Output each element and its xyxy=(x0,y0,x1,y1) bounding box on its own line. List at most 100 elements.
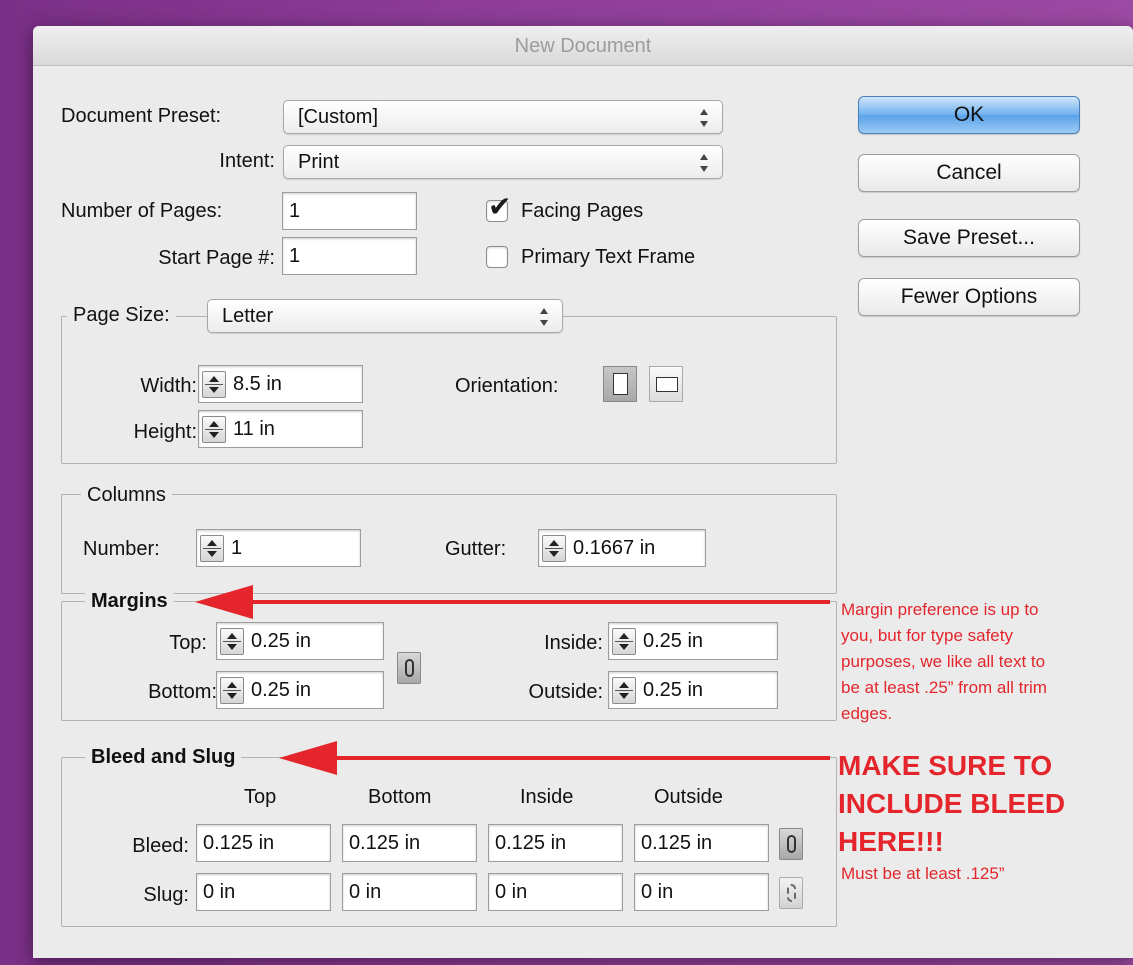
primary-text-frame-checkbox[interactable] xyxy=(486,246,508,268)
stepper-icon[interactable] xyxy=(220,677,244,704)
page-size-select[interactable]: Letter xyxy=(207,299,563,333)
margins-arrow-head xyxy=(195,585,253,619)
margin-inside-value: 0.25 in xyxy=(643,630,704,652)
page-size-value: Letter xyxy=(222,305,274,327)
bleed-note-line-1: MAKE SURE TO xyxy=(838,750,1053,781)
number-of-pages-input[interactable]: 1 xyxy=(282,192,417,230)
margin-note-line-4: be at least .25” from all trim xyxy=(841,678,1047,697)
bleed-header-top: Top xyxy=(244,786,277,808)
slug-label: Slug: xyxy=(143,884,189,906)
stepper-icon[interactable] xyxy=(200,535,224,562)
margins-legend: Margins xyxy=(85,587,174,615)
margin-note-line-2: you, but for type safety xyxy=(841,626,1013,645)
intent-value: Print xyxy=(298,151,340,173)
landscape-page-icon xyxy=(656,377,678,392)
gutter-input[interactable]: 0.1667 in xyxy=(538,529,706,567)
bleed-header-inside: Inside xyxy=(520,786,574,808)
start-page-input[interactable]: 1 xyxy=(282,237,417,275)
margin-bottom-input[interactable]: 0.25 in xyxy=(216,671,384,709)
window-title: New Document xyxy=(33,26,1133,66)
chain-link-icon xyxy=(405,659,414,677)
bleed-arrow-head xyxy=(279,741,337,775)
stepper-icon[interactable] xyxy=(202,416,226,443)
page-size-label: Page Size: xyxy=(67,301,176,329)
fewer-options-button[interactable]: Fewer Options xyxy=(858,278,1080,316)
slug-link-button[interactable] xyxy=(779,877,803,909)
margin-outside-value: 0.25 in xyxy=(643,679,704,701)
margin-outside-label: Outside: xyxy=(528,681,603,703)
landscape-orientation-button[interactable] xyxy=(649,366,683,402)
gutter-value: 0.1667 in xyxy=(573,537,656,559)
margin-outside-input[interactable]: 0.25 in xyxy=(608,671,778,709)
document-preset-select[interactable]: [Custom] xyxy=(283,100,723,134)
bleed-label: Bleed: xyxy=(132,835,189,857)
portrait-page-icon xyxy=(613,373,628,395)
broken-chain-link-icon xyxy=(787,884,796,902)
slug-top-input[interactable]: 0 in xyxy=(196,873,331,911)
margin-top-input[interactable]: 0.25 in xyxy=(216,622,384,660)
bleed-header-bottom: Bottom xyxy=(368,786,432,808)
margin-note-line-5: edges. xyxy=(841,704,893,723)
margin-bottom-label: Bottom: xyxy=(148,681,217,703)
new-document-dialog: New Document Document Preset: [Custom] I… xyxy=(33,26,1133,958)
bleed-top-input[interactable]: 0.125 in xyxy=(196,824,331,862)
stepper-icon[interactable] xyxy=(612,628,636,655)
checkmark-icon: ✔ xyxy=(488,191,512,222)
bleed-link-button[interactable] xyxy=(779,828,803,860)
intent-select[interactable]: Print xyxy=(283,145,723,179)
updown-arrows-icon xyxy=(540,308,550,326)
start-page-label: Start Page #: xyxy=(158,247,275,269)
columns-number-label: Number: xyxy=(83,538,160,560)
margin-bottom-value: 0.25 in xyxy=(251,679,312,701)
slug-outside-input[interactable]: 0 in xyxy=(634,873,769,911)
margin-inside-label: Inside: xyxy=(544,632,603,654)
bleed-note-line-3: HERE!!! xyxy=(838,826,944,857)
orientation-label: Orientation: xyxy=(455,375,559,397)
columns-number-input[interactable]: 1 xyxy=(196,529,361,567)
intent-label: Intent: xyxy=(219,150,275,172)
stepper-icon[interactable] xyxy=(220,628,244,655)
ok-button[interactable]: OK xyxy=(858,96,1080,134)
bleed-outside-input[interactable]: 0.125 in xyxy=(634,824,769,862)
facing-pages-label: Facing Pages xyxy=(521,200,644,222)
save-preset-button[interactable]: Save Preset... xyxy=(858,219,1080,257)
height-input[interactable]: 11 in xyxy=(198,410,363,448)
primary-text-frame-label: Primary Text Frame xyxy=(521,246,696,268)
width-value: 8.5 in xyxy=(233,373,282,395)
height-label: Height: xyxy=(133,421,197,443)
stepper-icon[interactable] xyxy=(542,535,566,562)
width-input[interactable]: 8.5 in xyxy=(198,365,363,403)
bleed-bottom-input[interactable]: 0.125 in xyxy=(342,824,477,862)
width-label: Width: xyxy=(140,375,197,397)
document-preset-label: Document Preset: xyxy=(61,105,222,127)
updown-arrows-icon xyxy=(700,154,710,172)
margin-note-line-3: purposes, we like all text to xyxy=(841,652,1046,671)
margin-top-value: 0.25 in xyxy=(251,630,312,652)
bleed-subnote: Must be at least .125” xyxy=(841,864,1005,883)
margin-inside-input[interactable]: 0.25 in xyxy=(608,622,778,660)
bleed-inside-input[interactable]: 0.125 in xyxy=(488,824,623,862)
cancel-button[interactable]: Cancel xyxy=(858,154,1080,192)
height-value: 11 in xyxy=(233,418,275,440)
margin-top-label: Top: xyxy=(169,632,207,654)
document-preset-value: [Custom] xyxy=(298,106,379,128)
bleed-header-outside: Outside xyxy=(654,786,723,808)
bleed-note-line-2: INCLUDE BLEED xyxy=(838,788,1066,819)
updown-arrows-icon xyxy=(700,109,710,127)
slug-bottom-input[interactable]: 0 in xyxy=(342,873,477,911)
chain-link-icon xyxy=(787,835,796,853)
margins-arrow-line xyxy=(248,600,830,604)
portrait-orientation-button[interactable] xyxy=(603,366,637,402)
slug-inside-input[interactable]: 0 in xyxy=(488,873,623,911)
margin-note-line-1: Margin preference is up to xyxy=(841,600,1039,619)
columns-number-value: 1 xyxy=(231,537,243,559)
margins-link-button[interactable] xyxy=(397,652,421,684)
stepper-icon[interactable] xyxy=(612,677,636,704)
stepper-icon[interactable] xyxy=(202,371,226,398)
facing-pages-checkbox[interactable]: ✔ xyxy=(486,193,511,222)
bleed-slug-legend: Bleed and Slug xyxy=(85,743,242,771)
bleed-arrow-line xyxy=(333,756,830,760)
columns-legend: Columns xyxy=(81,481,172,509)
number-of-pages-label: Number of Pages: xyxy=(61,200,223,222)
gutter-label: Gutter: xyxy=(445,538,507,560)
